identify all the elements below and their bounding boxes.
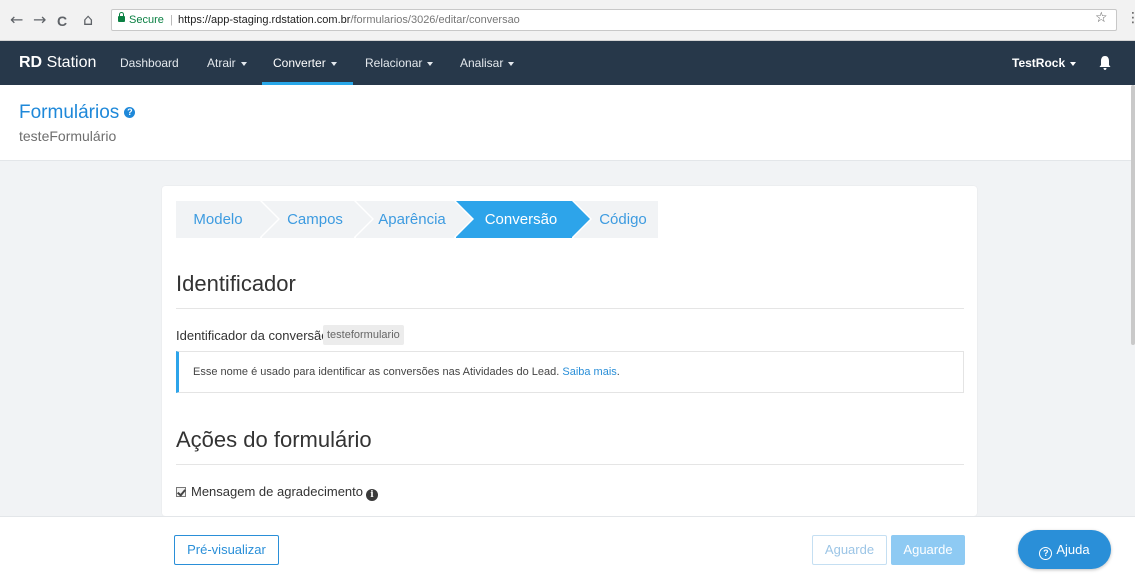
nav-label: Dashboard (120, 56, 179, 70)
url-host: https://app-staging.rdstation.com.br (178, 14, 351, 26)
nav-item-analisar[interactable]: Analisar (460, 55, 515, 71)
app-navbar: RD Station Dashboard Atrair Converter Re… (0, 41, 1135, 85)
secure-label: Secure (129, 14, 164, 26)
section-title-identificador: Identificador (176, 271, 296, 296)
caret-down-icon (240, 61, 247, 66)
bookmark-star-icon[interactable]: ☆ (1095, 10, 1108, 26)
info-callout-text: Esse nome é usado para identificar as co… (193, 365, 620, 379)
nav-item-relacionar[interactable]: Relacionar (365, 55, 434, 71)
nav-label: Analisar (460, 56, 504, 70)
info-callout: Esse nome é usado para identificar as co… (176, 351, 964, 393)
user-name: TestRock (1012, 56, 1066, 70)
info-period: . (616, 366, 620, 378)
caret-down-icon (508, 61, 515, 66)
home-icon[interactable]: ⌂ (83, 12, 93, 28)
nav-label: Converter (273, 56, 326, 70)
info-text: Esse nome é usado para identificar as co… (193, 366, 560, 378)
url-text: https://app-staging.rdstation.com.br/for… (178, 10, 520, 30)
lock-icon (118, 12, 125, 22)
step-label: Código (599, 211, 647, 228)
info-icon[interactable]: i (366, 489, 378, 501)
section-divider (176, 308, 964, 309)
wait-button-filled[interactable]: Aguarde (891, 535, 965, 565)
conversion-id-label: Identificador da conversão: (176, 328, 333, 343)
caret-down-icon (427, 61, 434, 66)
wizard-steps: Modelo Campos Aparência Conversão Código (176, 201, 658, 238)
help-icon[interactable]: ? (124, 107, 136, 119)
reload-icon[interactable]: C (57, 13, 67, 29)
url-path: /formularios/3026/editar/conversao (350, 14, 520, 26)
rd-station-logo[interactable]: RD Station (19, 53, 96, 73)
user-menu[interactable]: TestRock (1012, 55, 1077, 71)
section-divider (176, 464, 964, 465)
page-title-text: Formulários (19, 102, 120, 123)
help-button[interactable]: ? Ajuda (1018, 530, 1111, 569)
section-title-acoes: Ações do formulário (176, 427, 372, 452)
page-scrollbar[interactable] (1131, 85, 1135, 345)
step-label: Aparência (378, 211, 446, 228)
thank-you-checkbox[interactable] (176, 487, 186, 497)
logo-rest: Station (46, 54, 97, 71)
url-separator: | (170, 14, 173, 26)
page-header: Formulários? testeFormulário (0, 85, 1135, 161)
back-icon[interactable]: ← (10, 12, 23, 28)
nav-item-dashboard[interactable]: Dashboard (120, 55, 179, 71)
bell-icon[interactable] (1098, 55, 1112, 71)
wait-button-outline[interactable]: Aguarde (812, 535, 887, 565)
checkbox-label: Mensagem de agradecimento (191, 484, 363, 499)
caret-down-icon (330, 61, 337, 66)
caret-down-icon (1070, 61, 1077, 66)
logo-bold: RD (19, 54, 43, 71)
step-label: Conversão (484, 211, 558, 228)
step-modelo[interactable]: Modelo (176, 201, 280, 238)
step-label: Modelo (193, 211, 243, 228)
form-name: testeFormulário (19, 128, 117, 144)
preview-button[interactable]: Pré-visualizar (174, 535, 279, 565)
step-label: Campos (287, 211, 343, 228)
address-bar[interactable]: Secure | https://app-staging.rdstation.c… (111, 9, 1117, 31)
help-label: Ajuda (1056, 542, 1090, 557)
browser-toolbar: ← → C ⌂ Secure | https://app-staging.rds… (0, 0, 1135, 41)
thank-you-message-option: Mensagem de agradecimento i (176, 484, 378, 501)
nav-item-converter[interactable]: Converter (273, 55, 337, 71)
nav-item-atrair[interactable]: Atrair (207, 55, 247, 71)
forward-icon[interactable]: → (33, 12, 46, 28)
question-circle-icon: ? (1039, 547, 1053, 560)
browser-menu-icon[interactable]: ⋮ (1126, 10, 1135, 26)
saiba-mais-link[interactable]: Saiba mais (562, 366, 616, 378)
conversion-id-value: testeformulario (323, 325, 404, 345)
nav-label: Atrair (207, 56, 236, 70)
page-title: Formulários? (19, 101, 136, 125)
nav-label: Relacionar (365, 56, 423, 70)
